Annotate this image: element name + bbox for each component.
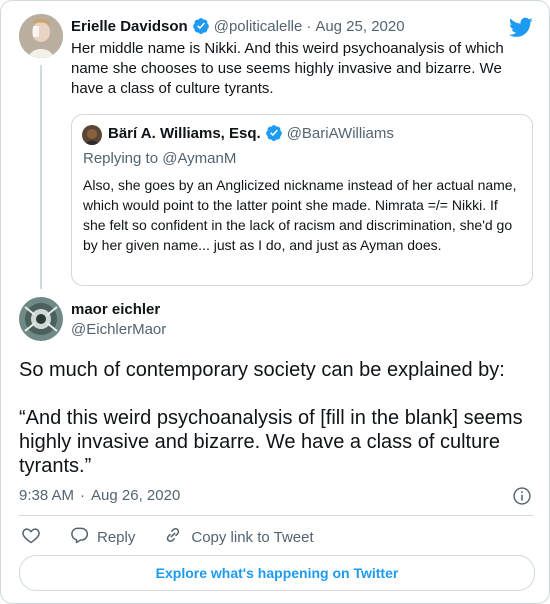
main-author-handle[interactable]: @EichlerMaor <box>71 321 166 338</box>
like-button[interactable] <box>21 525 41 549</box>
thread-connector-line <box>40 65 42 289</box>
explore-twitter-button[interactable]: Explore what's happening on Twitter <box>19 555 535 591</box>
parent-tweet-text: Her middle name is Nikki. And this weird… <box>71 40 504 97</box>
quoted-tweet-text: Also, she goes by an Anglicized nickname… <box>83 177 517 253</box>
quoted-tweet[interactable]: Bärí A. Williams, Esq. @BariAWilliams Re… <box>71 114 533 286</box>
copy-link-button[interactable]: Copy link to Tweet <box>163 525 314 549</box>
parent-author-name[interactable]: Erielle Davidson <box>71 18 188 35</box>
quoted-author-name[interactable]: Bärí A. Williams, Esq. <box>108 125 261 142</box>
reply-button[interactable]: Reply <box>69 525 135 549</box>
verified-badge-icon <box>192 17 210 35</box>
replying-to-label[interactable]: Replying to @AymanM <box>83 150 236 167</box>
main-tweet-date[interactable]: Aug 26, 2020 <box>91 487 180 504</box>
avatar-maor[interactable] <box>19 297 63 341</box>
parent-tweet-date[interactable]: Aug 25, 2020 <box>315 18 404 35</box>
link-icon <box>163 525 183 549</box>
verified-badge-icon <box>265 124 283 142</box>
parent-author-handle[interactable]: @politicalelle <box>214 18 303 35</box>
heart-icon <box>21 525 41 549</box>
main-tweet-paragraph-2: “And this weird psychoanalysis of [fill … <box>19 407 523 477</box>
main-author-name[interactable]: maor eichler <box>71 301 160 318</box>
twitter-logo-icon[interactable] <box>509 15 533 39</box>
avatar-bari[interactable] <box>82 125 102 145</box>
embedded-tweet-card: Erielle Davidson @politicalelle · Aug 25… <box>0 0 550 604</box>
reply-icon <box>69 525 89 549</box>
divider <box>19 515 533 516</box>
reply-label: Reply <box>97 528 136 546</box>
copy-link-label: Copy link to Tweet <box>191 528 314 546</box>
main-tweet-paragraph-1: So much of contemporary society can be e… <box>19 359 505 381</box>
dot-separator: · <box>306 17 312 35</box>
quoted-author-handle[interactable]: @BariAWilliams <box>287 125 394 142</box>
dot-separator: · <box>80 487 86 504</box>
avatar-erielle[interactable] <box>19 14 63 58</box>
main-tweet-time[interactable]: 9:38 AM <box>19 487 74 504</box>
info-icon[interactable] <box>512 486 532 506</box>
